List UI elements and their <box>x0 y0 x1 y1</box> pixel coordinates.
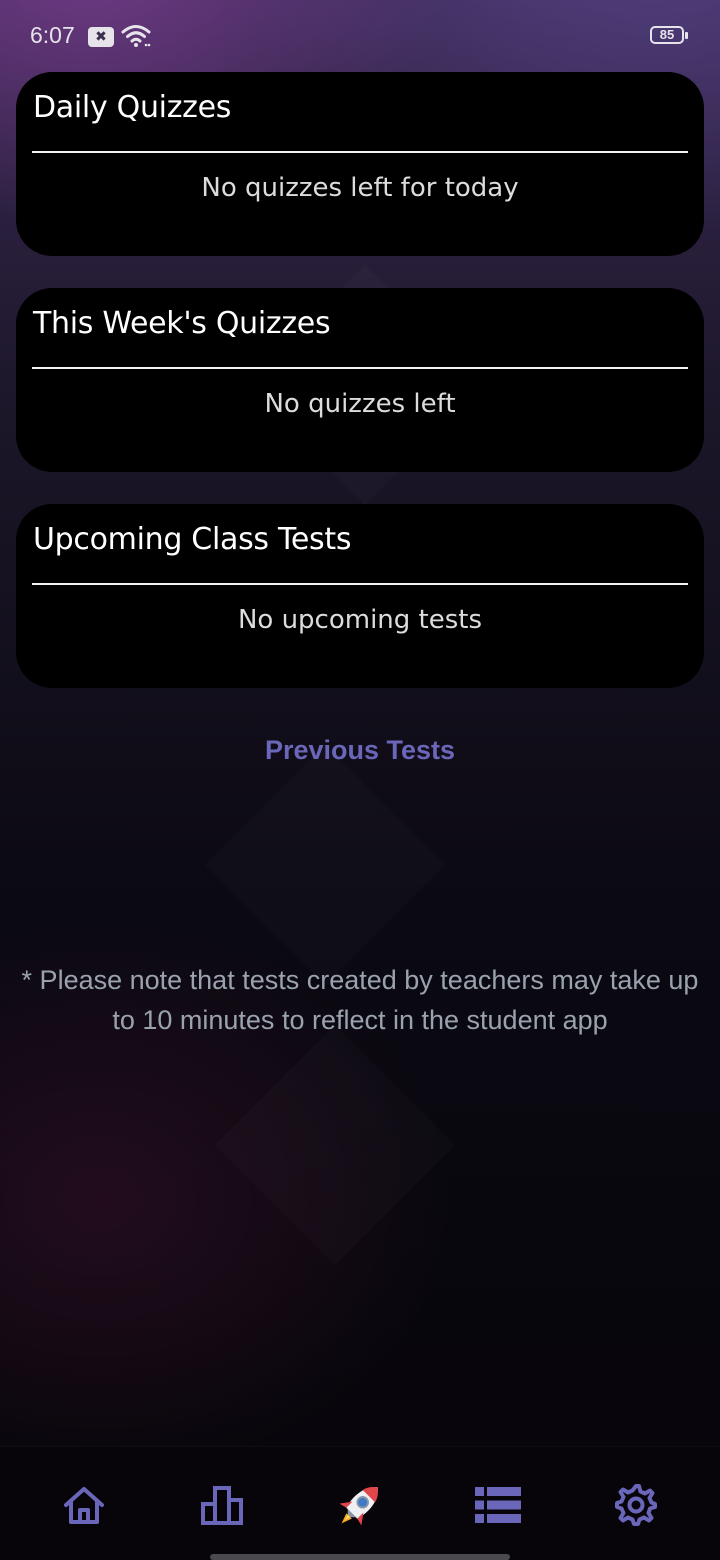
upcoming-class-tests-card: Upcoming Class Tests No upcoming tests <box>16 504 704 688</box>
daily-quizzes-card: Daily Quizzes No quizzes left for today <box>16 72 704 256</box>
nav-leaderboard[interactable] <box>194 1477 250 1533</box>
home-indicator <box>210 1554 510 1560</box>
rocket-icon <box>339 1487 378 1526</box>
teacher-tests-note: * Please note that tests created by teac… <box>21 965 699 1035</box>
nav-settings[interactable] <box>608 1477 664 1533</box>
bottom-navigation <box>0 1446 720 1560</box>
leaderboard-icon <box>201 1486 243 1525</box>
card-empty-message: No upcoming tests <box>237 605 483 635</box>
nav-home[interactable] <box>56 1477 112 1533</box>
card-title: Upcoming Class Tests <box>33 522 352 557</box>
notification-icon: ✖ <box>88 27 114 47</box>
nav-tests[interactable] <box>332 1477 388 1533</box>
weekly-quizzes-card: This Week's Quizzes No quizzes left <box>16 288 704 472</box>
previous-tests-link[interactable]: Previous Tests <box>0 735 720 766</box>
status-bar: 6:07 ✖ 85 <box>0 0 720 72</box>
status-time: 6:07 <box>30 22 75 48</box>
list-icon <box>475 1487 521 1523</box>
nav-list[interactable] <box>470 1477 526 1533</box>
card-divider <box>32 151 688 153</box>
card-title: This Week's Quizzes <box>33 306 331 341</box>
home-icon <box>64 1487 104 1524</box>
battery-level: 85 <box>659 27 675 42</box>
settings-icon <box>615 1484 657 1526</box>
card-empty-message: No quizzes left <box>264 389 456 419</box>
wifi-icon <box>121 23 151 53</box>
card-divider <box>32 367 688 369</box>
battery-icon: 85 <box>650 26 688 44</box>
card-title: Daily Quizzes <box>33 90 232 125</box>
card-divider <box>32 583 688 585</box>
card-empty-message: No quizzes left for today <box>201 173 519 203</box>
